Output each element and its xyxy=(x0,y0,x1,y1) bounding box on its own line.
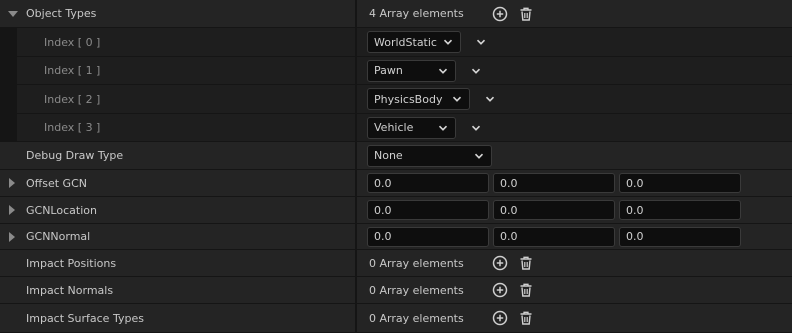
property-row-impact-positions: Impact Positions 0 Array elements xyxy=(0,250,792,277)
value-cell: None xyxy=(357,142,792,170)
debug-draw-type-combo[interactable]: None xyxy=(367,144,492,167)
value-cell: Pawn xyxy=(357,57,792,85)
indent-bar xyxy=(0,57,17,84)
name-cell: Index [ 0 ] xyxy=(0,28,355,57)
value-cell: 0.0 0.0 0.0 xyxy=(357,224,792,250)
array-index-label: Index [ 2 ] xyxy=(44,92,101,106)
array-index-label: Index [ 1 ] xyxy=(44,64,101,77)
name-cell: Debug Draw Type xyxy=(0,142,355,170)
array-index-label: Index [ 0 ] xyxy=(44,35,101,49)
chevron-down-icon[interactable] xyxy=(469,121,483,135)
array-item-row: Index [ 1 ] Pawn xyxy=(0,57,792,85)
y-field[interactable]: 0.0 xyxy=(493,173,615,193)
expand-triangle-icon[interactable] xyxy=(9,205,15,215)
array-item-row: Index [ 3 ] Vehicle xyxy=(0,114,792,142)
property-row-gcn-location: GCNLocation 0.0 0.0 0.0 xyxy=(0,197,792,224)
value-cell: 0.0 0.0 0.0 xyxy=(357,197,792,224)
plus-circle-icon[interactable] xyxy=(492,6,508,22)
array-index-label: Index [ 3 ] xyxy=(44,121,101,134)
combo-value: PhysicsBody xyxy=(374,92,443,106)
name-cell: Impact Normals xyxy=(0,277,355,304)
z-field[interactable]: 0.0 xyxy=(619,200,741,220)
property-label: Impact Normals xyxy=(26,283,114,297)
z-field[interactable]: 0.0 xyxy=(619,173,741,193)
chevron-down-icon[interactable] xyxy=(474,35,488,49)
array-count: 0 Array elements xyxy=(369,311,464,325)
combo-value: WorldStatic xyxy=(374,35,437,49)
value-cell: 0 Array elements xyxy=(357,304,792,333)
expand-triangle-icon[interactable] xyxy=(9,178,15,188)
z-field[interactable]: 0.0 xyxy=(619,226,741,247)
y-field[interactable]: 0.0 xyxy=(493,200,615,220)
trash-icon[interactable] xyxy=(518,282,534,298)
array-count: 0 Array elements xyxy=(369,256,464,270)
indent-bar xyxy=(0,85,17,113)
name-cell: Index [ 2 ] xyxy=(0,85,355,114)
combo-value: Pawn xyxy=(374,64,403,77)
expand-triangle-icon[interactable] xyxy=(9,231,15,242)
value-cell: WorldStatic xyxy=(357,28,792,57)
collapse-triangle-icon[interactable] xyxy=(8,10,18,17)
property-label: GCNLocation xyxy=(26,203,97,217)
chevron-down-icon[interactable] xyxy=(483,92,497,106)
x-field[interactable]: 0.0 xyxy=(367,200,489,220)
plus-circle-icon[interactable] xyxy=(492,310,508,326)
value-cell: 0.0 0.0 0.0 xyxy=(357,170,792,197)
property-label: Debug Draw Type xyxy=(26,149,124,162)
plus-circle-icon[interactable] xyxy=(492,255,508,271)
value-cell: Vehicle xyxy=(357,114,792,142)
property-row-offset-gcn: Offset GCN 0.0 0.0 0.0 xyxy=(0,170,792,197)
details-panel: Object Types 4 Array elements Index [ 0 … xyxy=(0,0,792,333)
property-row-impact-surface-types: Impact Surface Types 0 Array elements xyxy=(0,304,792,333)
combo-value: Vehicle xyxy=(374,121,414,134)
value-cell: PhysicsBody xyxy=(357,85,792,114)
x-field[interactable]: 0.0 xyxy=(367,173,489,193)
object-type-combo[interactable]: Pawn xyxy=(367,59,456,82)
object-type-combo[interactable]: WorldStatic xyxy=(367,31,461,53)
name-cell: Impact Surface Types xyxy=(0,304,355,333)
trash-icon[interactable] xyxy=(518,310,534,326)
indent-bar xyxy=(0,114,17,141)
property-label: Impact Surface Types xyxy=(26,311,144,325)
name-cell: GCNNormal xyxy=(0,224,355,250)
name-cell: Offset GCN xyxy=(0,170,355,197)
plus-circle-icon[interactable] xyxy=(492,282,508,298)
chevron-down-icon xyxy=(449,91,465,107)
y-field[interactable]: 0.0 xyxy=(493,226,615,247)
name-cell: Object Types xyxy=(0,0,355,28)
property-row-gcn-normal: GCNNormal 0.0 0.0 0.0 xyxy=(0,224,792,250)
value-cell: 0 Array elements xyxy=(357,250,792,277)
property-label: GCNNormal xyxy=(26,230,91,243)
object-type-combo[interactable]: Vehicle xyxy=(367,116,456,139)
trash-icon[interactable] xyxy=(518,6,534,22)
object-type-combo[interactable]: PhysicsBody xyxy=(367,88,470,110)
name-cell: Index [ 1 ] xyxy=(0,57,355,85)
name-cell: Impact Positions xyxy=(0,250,355,277)
chevron-down-icon[interactable] xyxy=(469,64,483,78)
chevron-down-icon xyxy=(435,120,451,136)
name-cell: Index [ 3 ] xyxy=(0,114,355,142)
name-cell: GCNLocation xyxy=(0,197,355,224)
property-label: Object Types xyxy=(26,7,97,20)
property-row-impact-normals: Impact Normals 0 Array elements xyxy=(0,277,792,304)
property-row-object-types: Object Types 4 Array elements xyxy=(0,0,792,28)
property-label: Impact Positions xyxy=(26,256,117,270)
array-count: 4 Array elements xyxy=(369,7,464,20)
chevron-down-icon xyxy=(471,148,487,164)
combo-value: None xyxy=(374,149,403,162)
array-count: 0 Array elements xyxy=(369,283,464,297)
value-cell: 4 Array elements xyxy=(357,0,792,28)
array-item-row: Index [ 0 ] WorldStatic xyxy=(0,28,792,57)
property-label: Offset GCN xyxy=(26,176,87,190)
chevron-down-icon xyxy=(435,63,451,79)
x-field[interactable]: 0.0 xyxy=(367,226,489,247)
property-row-debug-draw-type: Debug Draw Type None xyxy=(0,142,792,170)
value-cell: 0 Array elements xyxy=(357,277,792,304)
array-item-row: Index [ 2 ] PhysicsBody xyxy=(0,85,792,114)
indent-bar xyxy=(0,28,17,56)
trash-icon[interactable] xyxy=(518,255,534,271)
chevron-down-icon xyxy=(440,34,456,50)
